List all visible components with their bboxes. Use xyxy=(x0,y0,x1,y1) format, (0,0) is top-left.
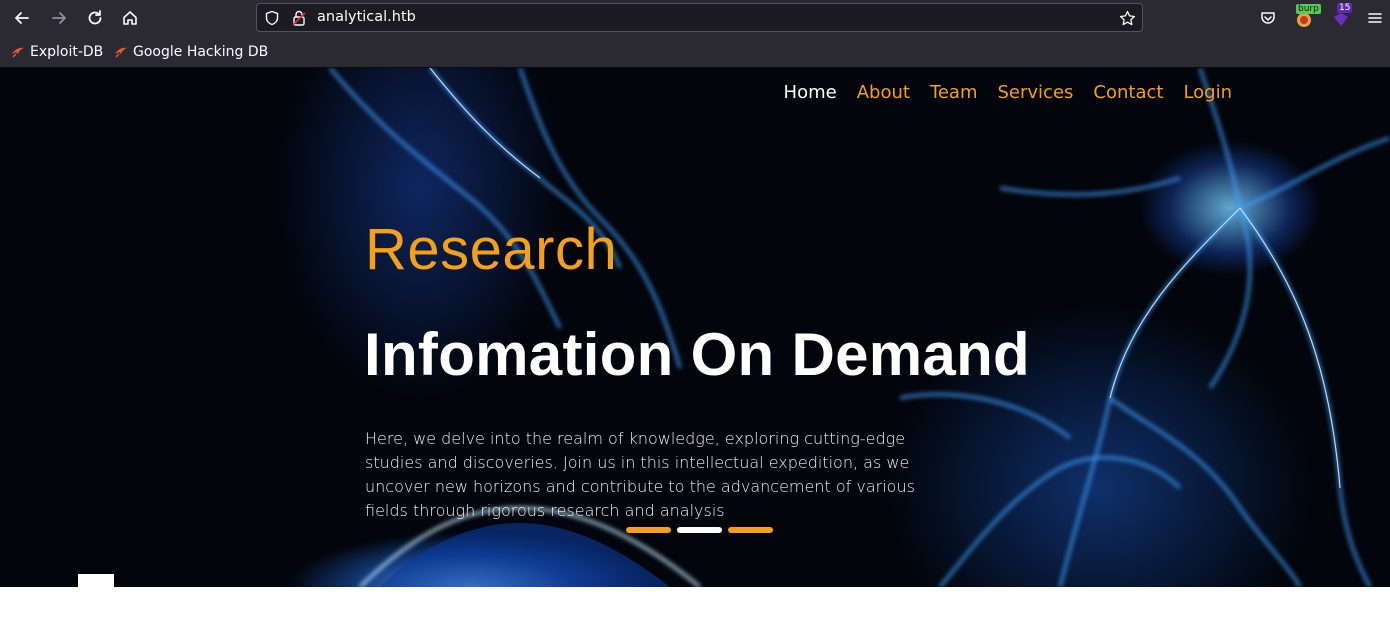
nav-team[interactable]: Team xyxy=(930,82,978,103)
hero-kicker: Research xyxy=(365,217,618,282)
bookmark-star-icon[interactable] xyxy=(1119,10,1136,27)
ublock-extension-button[interactable]: 15 xyxy=(1329,3,1353,30)
burp-badge: burp xyxy=(1296,4,1321,14)
forward-arrow-icon xyxy=(52,12,66,24)
nav-services[interactable]: Services xyxy=(998,82,1074,103)
hero-description: Here, we delve into the realm of knowled… xyxy=(365,429,915,520)
carousel-indicators xyxy=(626,527,773,533)
carousel-indicator-1[interactable] xyxy=(626,527,671,533)
burp-extension-button[interactable]: burp xyxy=(1292,4,1321,30)
nav-home[interactable]: Home xyxy=(784,82,837,103)
page-corner-block xyxy=(78,574,114,587)
hamburger-menu-icon xyxy=(1368,13,1382,23)
back-arrow-icon xyxy=(15,12,29,24)
hero-title: Infomation On Demand xyxy=(364,321,1030,388)
forward-button[interactable] xyxy=(47,6,71,30)
browser-toolbar: analytical.htb burp 15 xyxy=(0,0,1390,36)
pocket-button[interactable] xyxy=(1256,6,1280,30)
ghdb-icon xyxy=(115,47,127,58)
nav-contact[interactable]: Contact xyxy=(1093,82,1163,103)
url-bar[interactable]: analytical.htb xyxy=(256,3,1143,32)
bookmark-label: Google Hacking DB xyxy=(133,44,269,60)
reload-button[interactable] xyxy=(83,6,107,30)
carousel-indicator-2[interactable] xyxy=(677,527,722,533)
nav-about[interactable]: About xyxy=(857,82,910,103)
bookmark-label: Exploit-DB xyxy=(30,44,104,60)
carousel-indicator-3[interactable] xyxy=(728,527,773,533)
app-menu-button[interactable] xyxy=(1363,6,1387,30)
pocket-icon xyxy=(1261,12,1275,24)
main-nav: Home About Team Services Contact Login xyxy=(784,82,1232,103)
hero-section: Home About Team Services Contact Login R… xyxy=(0,68,1390,587)
ublock-count-badge: 15 xyxy=(1337,3,1353,13)
back-button[interactable] xyxy=(10,6,34,30)
nav-login[interactable]: Login xyxy=(1183,82,1232,103)
reload-icon xyxy=(88,10,102,25)
url-text[interactable]: analytical.htb xyxy=(317,9,416,25)
bookmarks-bar: Exploit-DB Google Hacking DB xyxy=(0,36,1390,68)
bookmark-exploit-db[interactable]: Exploit-DB xyxy=(11,44,103,60)
bookmark-google-hacking-db[interactable]: Google Hacking DB xyxy=(114,44,268,60)
tracking-protection-shield-icon[interactable] xyxy=(264,10,280,26)
insecure-lock-icon[interactable] xyxy=(291,9,307,27)
home-button[interactable] xyxy=(118,6,142,30)
home-icon xyxy=(123,11,137,25)
exploitdb-icon xyxy=(12,47,24,58)
